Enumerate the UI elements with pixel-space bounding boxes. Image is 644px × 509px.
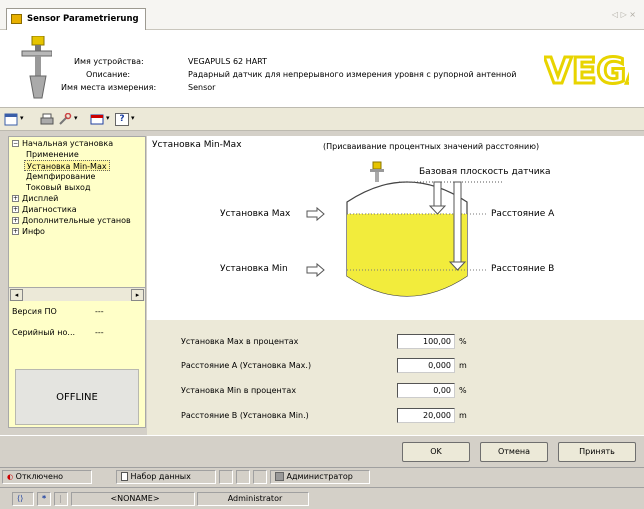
help-dropdown-arrow-icon[interactable]: ▾ [131,114,135,122]
serial-label: Серийный но... [12,328,76,337]
tank-liquid [347,214,467,296]
distance-b-unit: m [459,411,467,420]
dataset-status: Набор данных [116,470,216,484]
tree-item-current-output[interactable]: Токовый выход [26,182,90,193]
current-user: Administrator [197,492,309,506]
min-max-diagram-area: Установка Min-Max (Присваивание процентн… [147,136,644,320]
vega-logo-text: VEGA [544,52,629,90]
sensor-head-icon [372,161,382,170]
user-role-status: Администратор [270,470,370,484]
tree-item-initial-setup[interactable]: − Начальная установка [12,138,113,149]
sensor-antenna-icon [375,172,379,182]
max-setting-label: Установка Max [220,209,291,219]
print-icon[interactable] [40,113,54,126]
tank-diagram [306,161,502,297]
view-icon[interactable] [4,113,18,126]
distance-a-arrow-icon [433,181,442,207]
tree-item-min-max[interactable]: Установка Min-Max [24,160,110,171]
connection-status: ◐ Отключено [2,470,92,484]
modified-indicator: * [37,492,51,506]
max-pointer-arrow-icon [306,206,325,222]
tree-item-application[interactable]: Применение [26,149,79,160]
min-percent-unit: % [459,386,467,395]
project-name: <NONAME> [71,492,195,506]
view-dropdown-arrow-icon[interactable]: ▾ [20,114,24,122]
description-value: Радарный датчик для непрерывного измерен… [188,70,517,79]
distance-b-input[interactable]: 20,000 [397,408,455,423]
min-percent-input[interactable]: 0,00 [397,383,455,398]
horizontal-scrollbar[interactable]: ◂ ▸ [9,287,145,301]
tree-item-additional-settings[interactable]: + Дополнительные установ [12,215,131,226]
min-pointer-arrow-icon [306,262,325,278]
dialog-button-bar: OK Отмена Принять [0,435,644,465]
device-header: Имя устройства: VEGAPULS 62 HART Описани… [0,30,644,107]
expand-icon[interactable]: + [12,206,19,213]
scroll-right-icon[interactable]: ▸ [131,289,144,301]
distance-a-input[interactable]: 0,000 [397,358,455,373]
user-role-icon [275,472,284,481]
tab-scroll-close-icons[interactable]: ◁ ▷ × [612,10,636,19]
disconnected-icon: ◐ [7,473,14,481]
connection-arrows-icon[interactable]: ⟨⟩ [12,492,34,506]
max-percent-label: Установка Max в процентах [181,337,299,346]
distance-a-unit: m [459,361,467,370]
ok-button[interactable]: OK [402,442,470,462]
help-icon[interactable]: ? [115,113,129,126]
expand-icon[interactable]: + [12,217,19,224]
min-percent-label: Установка Min в процентах [181,386,297,395]
scroll-left-icon[interactable]: ◂ [10,289,23,301]
serial-value: --- [95,328,104,337]
sensor-flange-icon [370,169,384,172]
place-label: Имя места измерения: [61,83,157,92]
place-value: Sensor [188,83,216,92]
max-percent-unit: % [459,337,467,346]
base-plane-label: Базовая плоскость датчика [419,167,551,177]
tree-item-diagnostics[interactable]: + Диагностика [12,204,77,215]
distance-a-label: Расстояние A [491,209,555,219]
distance-b-label: Расстояние B [491,264,555,274]
offline-indicator: OFFLINE [15,369,139,425]
distance-b-arrow-icon [453,181,462,263]
min-max-form: Установка Max в процентах 100,00 % Расст… [147,320,644,435]
device-list-icon[interactable] [90,113,104,126]
session-bar: ⟨⟩ * | <NONAME> Administrator [0,487,644,509]
description-label: Описание: [86,70,131,79]
status-cell-empty-2 [236,470,250,484]
tree-item-info[interactable]: + Инфо [12,226,45,237]
version-label: Версия ПО [12,307,57,316]
tree-item-display[interactable]: + Дисплей [12,193,58,204]
distance-a-field-label: Расстояние A (Установка Max.) [181,361,312,370]
tools-dropdown-arrow-icon[interactable]: ▾ [74,114,78,122]
max-percent-input[interactable]: 100,00 [397,334,455,349]
menu-tree: − Начальная установка Применение Установк… [9,137,145,286]
distance-b-field-label: Расстояние B (Установка Min.) [181,411,309,420]
tab-sensor-parametrierung[interactable]: Sensor Parametrierung [6,8,146,30]
status-bar: ◐ Отключено Набор данных Администратор [0,467,644,485]
tab-title: Sensor Parametrierung [27,14,139,24]
radar-sensor-icon [21,36,52,99]
vega-logo: VEGA [544,52,629,90]
toolbar: ▾ ▾ ▾ ? ▾ [0,107,644,131]
expand-icon[interactable]: + [12,228,19,235]
status-cell-empty-3 [253,470,267,484]
device-dropdown-arrow-icon[interactable]: ▾ [106,114,110,122]
version-value: --- [95,307,104,316]
wrench-icon[interactable] [58,113,72,126]
tree-item-damping[interactable]: Демпфирование [26,171,95,182]
collapse-icon[interactable]: − [12,140,19,147]
dataset-icon [121,472,128,481]
sensor-icon [11,14,22,24]
expand-icon[interactable]: + [12,195,19,202]
cancel-button[interactable]: Отмена [480,442,548,462]
tab-bar: Sensor Parametrierung ◁ ▷ × [0,0,644,30]
status-cell-empty-1 [219,470,233,484]
device-name-label: Имя устройства: [74,57,144,66]
min-setting-label: Установка Min [220,264,288,274]
apply-button[interactable]: Принять [558,442,636,462]
lock-icon: | [54,492,68,506]
navigation-panel: − Начальная установка Применение Установк… [8,136,146,428]
device-name-value: VEGAPULS 62 HART [188,57,268,66]
